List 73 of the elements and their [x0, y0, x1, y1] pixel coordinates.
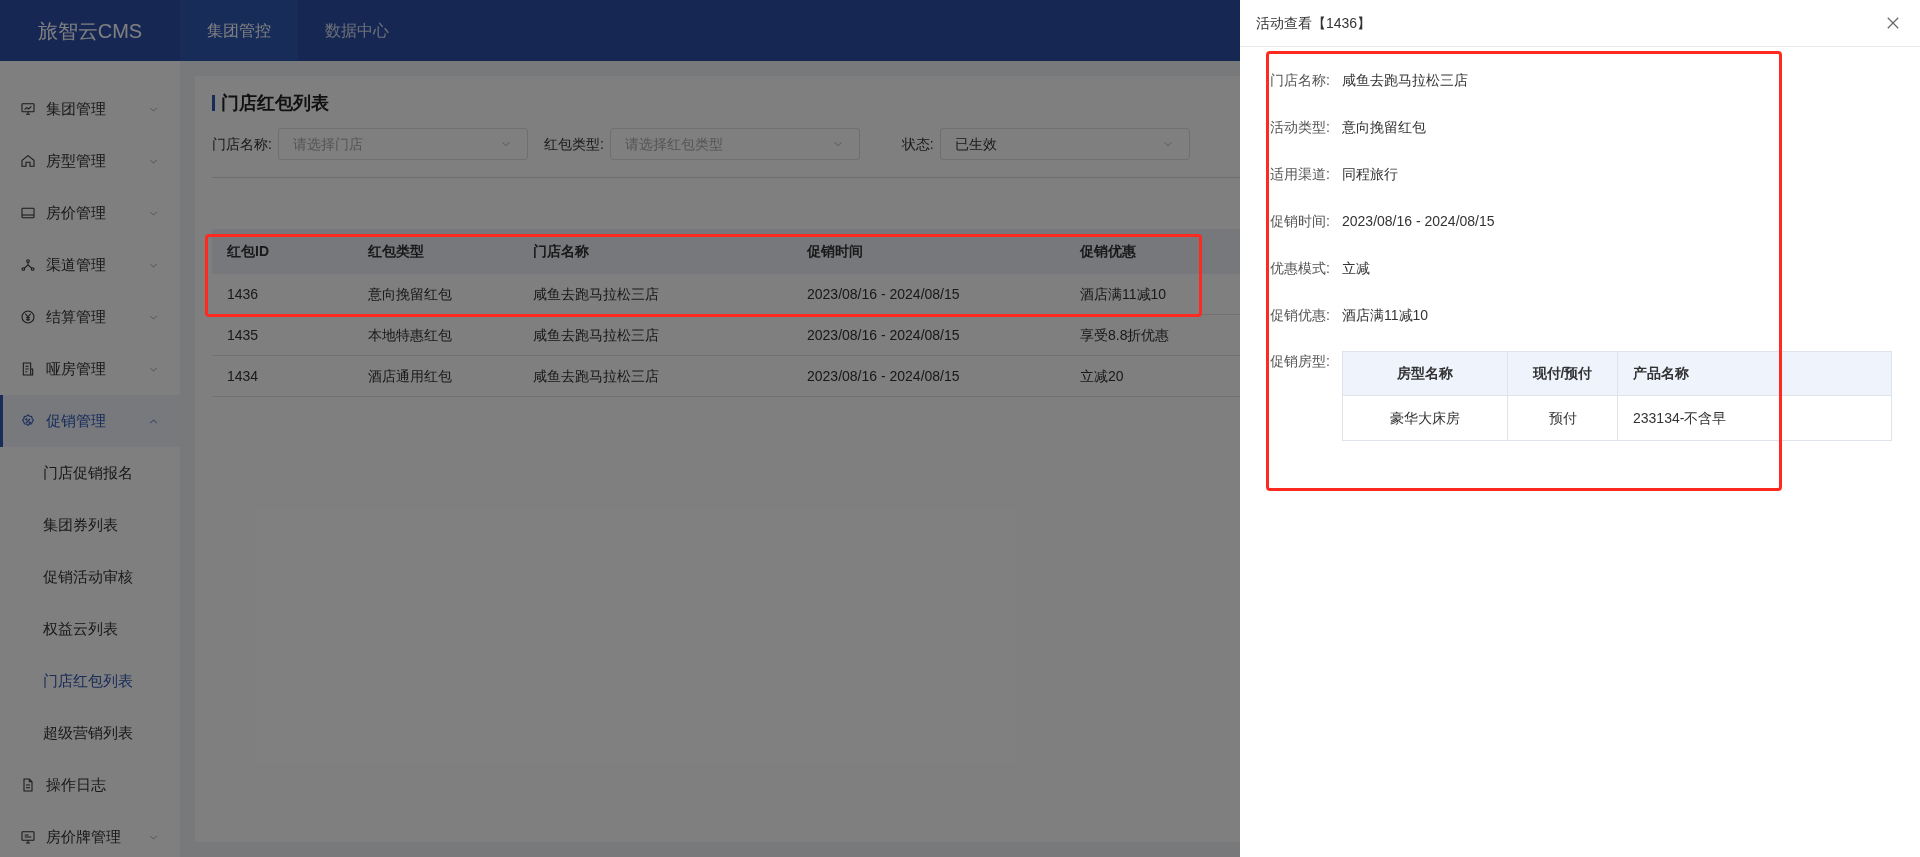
column-header: 门店名称 [532, 242, 590, 261]
drawer-title: 活动查看【1436】 [1256, 13, 1372, 33]
column-header: 促销时间 [806, 242, 864, 261]
nav-tab[interactable]: 集团管控 [180, 0, 298, 61]
filter-label: 状态: [901, 134, 934, 154]
column-header: 红包ID [226, 242, 270, 261]
table-cell-text: 2023/08/16 - 2024/08/15 [806, 284, 961, 304]
table-cell-text: 1436 [226, 284, 260, 304]
screen-icon [20, 829, 36, 845]
sidebar-item[interactable]: 房价管理 [0, 187, 180, 239]
filter-label: 门店名称: [212, 134, 272, 154]
table-cell-text: 233134-不含早 [1632, 408, 1728, 428]
field-label: 适用渠道: [1270, 165, 1331, 184]
table-cell-text: 酒店满11减10 [1079, 284, 1168, 304]
sidebar-item[interactable]: 操作日志 [0, 759, 180, 811]
discount-badge-icon [20, 413, 36, 429]
sidebar-item[interactable]: 促销管理 [0, 395, 180, 447]
table-cell-text: 意向挽留红包 [367, 284, 453, 304]
column-header: 促销优惠 [1079, 242, 1137, 261]
sidebar-item[interactable]: 结算管理 [0, 291, 180, 343]
field-label: 门店名称: [1270, 71, 1331, 90]
sidebar-subitem[interactable]: 集团券列表 [0, 499, 180, 551]
select-field[interactable]: 已生效 [939, 128, 1190, 160]
field-value: 同程旅行 [1342, 165, 1398, 184]
sidebar-subitem[interactable]: 门店促销报名 [0, 447, 180, 499]
field-label: 活动类型: [1270, 118, 1331, 137]
nodes-icon [20, 257, 36, 273]
sidebar-subitem[interactable]: 门店红包列表 [0, 655, 180, 707]
table-cell: 豪华大床房 [1343, 396, 1508, 440]
sidebar-item[interactable]: 房价牌管理 [0, 811, 180, 857]
table-cell-text: 咸鱼去跑马拉松三店 [532, 366, 660, 386]
field-label: 促销优惠: [1270, 306, 1331, 325]
filter-label: 红包类型: [543, 134, 604, 154]
table-cell: 预付 [1508, 396, 1618, 440]
field-value: 酒店满11减10 [1342, 306, 1429, 325]
app-logo: 旅智云CMS [36, 18, 144, 44]
table-cell-text: 1435 [226, 325, 260, 345]
field-value: 咸鱼去跑马拉松三店 [1342, 71, 1468, 90]
column-header: 房型名称 [1343, 352, 1508, 395]
sidebar-item[interactable]: 渠道管理 [0, 239, 180, 291]
title-accent-bar [212, 95, 215, 111]
page-title: 门店红包列表 [221, 91, 329, 115]
table-cell-text: 咸鱼去跑马拉松三店 [532, 325, 660, 345]
nav-tab[interactable]: 数据中心 [298, 0, 416, 61]
sidebar-subitem[interactable]: 促销活动审核 [0, 551, 180, 603]
table-cell-text: 酒店通用红包 [367, 366, 453, 386]
sidebar-subitem[interactable]: 权益云列表 [0, 603, 180, 655]
sidebar-item[interactable]: 集团管理 [0, 83, 180, 135]
field-label: 促销房型: [1270, 352, 1331, 371]
field-value: 2023/08/16 - 2024/08/15 [1342, 212, 1495, 231]
sidebar-subitem[interactable]: 超级营销列表 [0, 707, 180, 759]
document-icon [20, 361, 36, 377]
yen-icon [20, 309, 36, 325]
field-value: 意向挽留红包 [1342, 118, 1426, 137]
table-cell-text: 咸鱼去跑马拉松三店 [532, 284, 660, 304]
table-cell-text: 享受8.8折优惠 [1079, 325, 1171, 345]
field-label: 优惠模式: [1270, 259, 1331, 278]
table-cell-text: 2023/08/16 - 2024/08/15 [806, 366, 961, 386]
file-icon [20, 777, 36, 793]
table-cell-text: 本地特惠红包 [367, 325, 453, 345]
sidebar-item[interactable]: 房型管理 [0, 135, 180, 187]
table-cell-text: 1434 [226, 366, 260, 386]
table-cell-text: 2023/08/16 - 2024/08/15 [806, 325, 961, 345]
field-label: 促销时间: [1270, 212, 1331, 231]
field-value: 立减 [1342, 259, 1370, 278]
column-header: 红包类型 [367, 242, 425, 261]
monitor-chart-icon [20, 101, 36, 117]
column-header: 现付/预付 [1508, 352, 1618, 395]
card-icon [20, 205, 36, 221]
home-icon [20, 153, 36, 169]
column-header: 产品名称 [1632, 364, 1690, 383]
table-cell-text: 立减20 [1079, 366, 1125, 386]
sidebar-item[interactable]: 哑房管理 [0, 343, 180, 395]
